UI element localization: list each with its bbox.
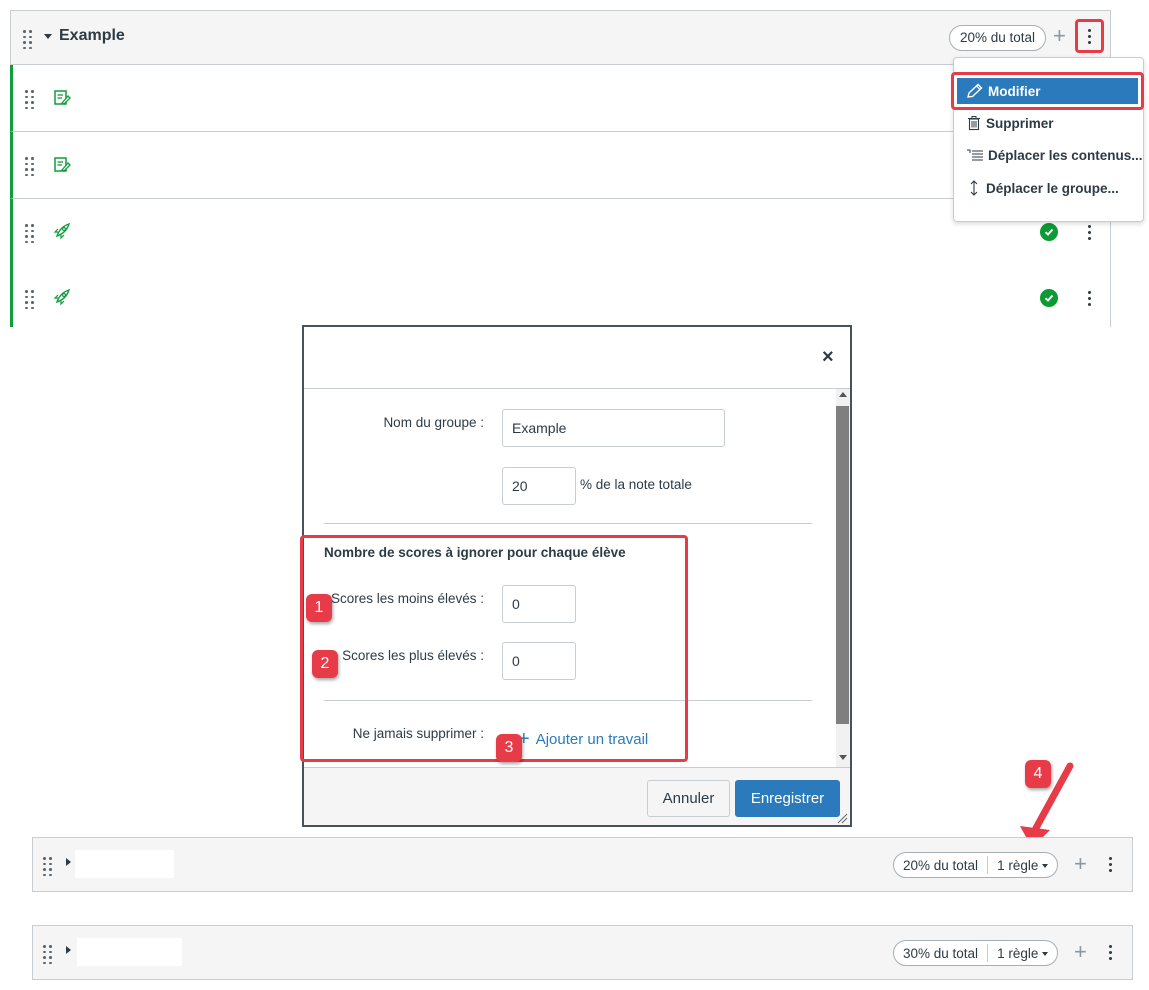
menu-item-label: Supprimer: [986, 115, 1054, 131]
assignment-group-header[interactable]: 30% du total 1 règle +: [32, 925, 1133, 980]
expand-caret-icon[interactable]: [66, 946, 71, 954]
group-name-label: Nom du groupe :: [383, 415, 484, 430]
drag-handle-icon[interactable]: [23, 30, 32, 49]
callout-badge: 2: [312, 650, 338, 678]
assignment-row[interactable]: [10, 132, 1111, 199]
group-title: Example: [59, 27, 125, 44]
callout-badge: 3: [496, 734, 522, 762]
quiz-rocket-icon: [53, 222, 71, 240]
assignment-row[interactable]: [10, 265, 1111, 327]
resize-handle-icon[interactable]: [836, 812, 848, 824]
scrollbar-thumb[interactable]: [836, 406, 849, 724]
drag-handle-icon[interactable]: [25, 157, 34, 176]
move-vertical-icon: [970, 180, 978, 196]
group-options-kebab-icon[interactable]: [1109, 857, 1112, 872]
add-assignment-plus-icon[interactable]: +: [1074, 941, 1087, 963]
menu-item-move-contents[interactable]: Déplacer les contenus...: [966, 147, 1143, 163]
drag-handle-icon[interactable]: [43, 857, 52, 876]
menu-item-delete[interactable]: Supprimer: [966, 115, 1054, 131]
redacted-group-title: [77, 938, 182, 966]
add-assignment-plus-icon[interactable]: +: [1053, 25, 1066, 47]
rules-dropdown[interactable]: 1 règle: [988, 858, 1057, 873]
rules-dropdown[interactable]: 1 règle: [988, 946, 1057, 961]
group-weight-label: 20% du total: [903, 857, 979, 873]
drop-rules-highlight: [300, 535, 688, 762]
rules-label: 1 règle: [997, 857, 1039, 873]
group-weight-rules-pill[interactable]: 30% du total 1 règle: [893, 940, 1059, 966]
assignment-icon: [54, 157, 71, 172]
assignment-group-header[interactable]: Example 20% du total +: [10, 10, 1111, 65]
menu-item-edit[interactable]: Modifier: [951, 72, 1144, 110]
dialog-header: ×: [304, 327, 850, 389]
group-options-button[interactable]: [1075, 19, 1104, 53]
cancel-button[interactable]: Annuler: [647, 780, 730, 817]
scroll-up-icon[interactable]: [839, 392, 847, 397]
move-contents-icon: [967, 149, 983, 161]
group-name-input[interactable]: Example: [502, 409, 725, 447]
row-options-kebab-icon[interactable]: [1088, 225, 1091, 240]
chevron-down-icon: [1042, 951, 1049, 956]
kebab-icon: [1088, 29, 1091, 44]
collapse-caret-icon[interactable]: [44, 34, 52, 39]
group-weight-label: 30% du total: [903, 945, 979, 961]
published-check-icon[interactable]: [1040, 289, 1058, 307]
close-icon[interactable]: ×: [822, 346, 834, 369]
callout-badge: 1: [306, 594, 332, 622]
dialog-footer: Annuler Enregistrer: [304, 767, 850, 825]
add-assignment-plus-icon[interactable]: +: [1074, 853, 1087, 875]
row-options-kebab-icon[interactable]: [1088, 291, 1091, 306]
expand-caret-icon[interactable]: [66, 858, 71, 866]
menu-item-label: Déplacer le groupe...: [986, 180, 1119, 196]
divider: [324, 523, 812, 524]
published-check-icon[interactable]: [1040, 223, 1058, 241]
drag-handle-icon[interactable]: [25, 90, 34, 109]
assignment-group-header[interactable]: 20% du total 1 règle +: [32, 837, 1133, 892]
drag-handle-icon[interactable]: [43, 945, 52, 964]
weight-suffix: % de la note totale: [580, 477, 692, 492]
scroll-down-icon[interactable]: [839, 755, 847, 760]
group-options-kebab-icon[interactable]: [1109, 945, 1112, 960]
group-weight-rules-pill[interactable]: 20% du total 1 règle: [893, 852, 1059, 878]
menu-item-label: Modifier: [988, 83, 1041, 99]
chevron-down-icon: [1042, 863, 1049, 868]
rules-label: 1 règle: [997, 945, 1039, 961]
pencil-icon: [967, 83, 983, 98]
assignment-row[interactable]: [10, 65, 1111, 132]
weight-input[interactable]: 20: [502, 467, 576, 505]
assignment-row[interactable]: [10, 199, 1111, 266]
group-weight-pill: 20% du total: [949, 25, 1047, 51]
menu-item-move-group[interactable]: Déplacer le groupe...: [966, 179, 1119, 197]
assignment-icon: [54, 90, 71, 105]
drag-handle-icon[interactable]: [25, 224, 34, 243]
drag-handle-icon[interactable]: [25, 290, 34, 309]
save-button[interactable]: Enregistrer: [735, 780, 840, 817]
redacted-group-title: [75, 850, 174, 878]
trash-icon: [968, 116, 980, 131]
dialog-scrollbar[interactable]: [836, 389, 850, 767]
quiz-rocket-icon: [53, 288, 71, 306]
menu-item-label: Déplacer les contenus...: [988, 147, 1143, 163]
